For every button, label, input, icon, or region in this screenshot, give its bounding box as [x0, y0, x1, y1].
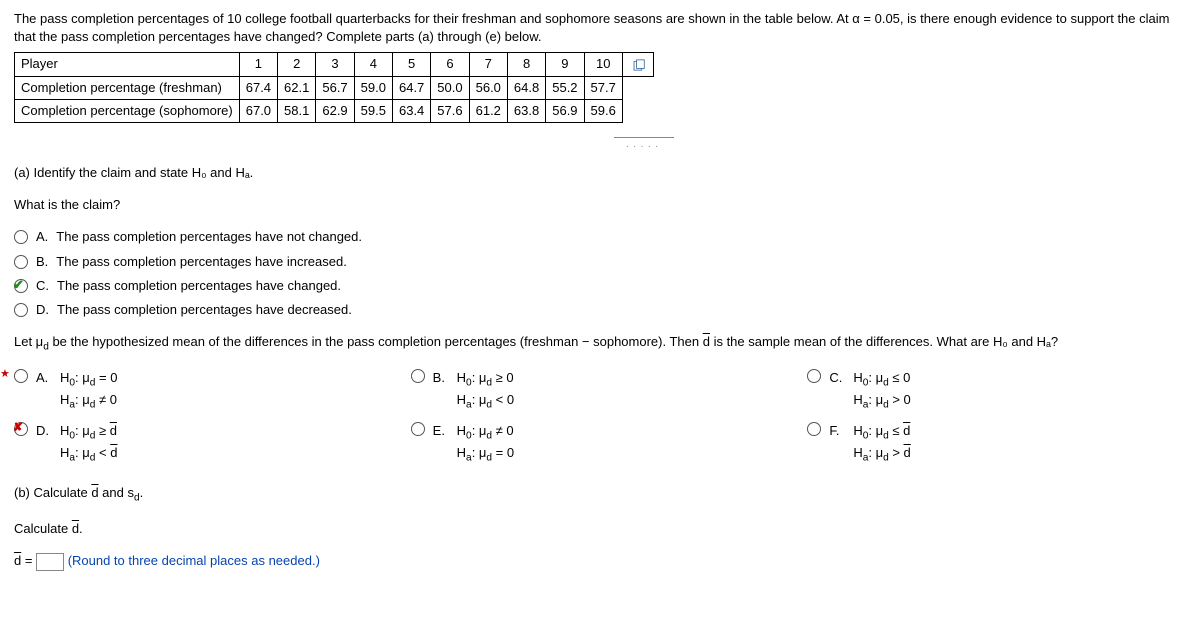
radio-hyp-a[interactable] [14, 369, 28, 383]
cell: 56.9 [546, 99, 584, 122]
cell: 61.2 [469, 99, 507, 122]
radio-hyp-e[interactable] [411, 422, 425, 436]
cell: 64.7 [392, 76, 430, 99]
d-input-row: d = (Round to three decimal places as ne… [14, 552, 1186, 571]
cell: 5 [392, 53, 430, 76]
opt-letter: E. [433, 422, 449, 466]
radio-claim-c[interactable] [14, 279, 28, 293]
hyp-b-h0: H0: μd ≥ 0 [457, 369, 514, 391]
problem-intro: The pass completion percentages of 10 co… [14, 10, 1186, 46]
hyp-e-h0: H0: μd ≠ 0 [457, 422, 514, 444]
opt-letter: C. [829, 369, 845, 413]
opt-letter: A. [36, 228, 48, 246]
hyp-e-ha: Ha: μd = 0 [457, 444, 514, 466]
cell: 8 [507, 53, 545, 76]
row-label-freshman: Completion percentage (freshman) [15, 76, 240, 99]
radio-hyp-c[interactable] [807, 369, 821, 383]
hyp-b-ha: Ha: μd < 0 [457, 391, 514, 413]
let-mu-d-text: Let μd be the hypothesized mean of the d… [14, 333, 1186, 355]
hyp-a-h0: H0: μd = 0 [60, 369, 117, 391]
radio-claim-d[interactable] [14, 303, 28, 317]
opt-letter: F. [829, 422, 845, 466]
cell: 55.2 [546, 76, 584, 99]
table-row: Player 1 2 3 4 5 6 7 8 9 10 [15, 53, 654, 76]
claim-opt-d: The pass completion percentages have dec… [57, 301, 352, 319]
copy-icon [633, 59, 647, 71]
row-label-sophomore: Completion percentage (sophomore) [15, 99, 240, 122]
hyp-f-h0: H0: μd ≤ d [853, 422, 910, 444]
hypothesis-options: A. H0: μd = 0 Ha: μd ≠ 0 B. H0: μd ≥ 0 H… [14, 369, 1164, 466]
cell: 9 [546, 53, 584, 76]
cell: 63.4 [392, 99, 430, 122]
separator-dots: ····· [614, 137, 674, 154]
part-b-heading: (b) Calculate d and sd. [14, 484, 1186, 506]
claim-opt-a: The pass completion percentages have not… [56, 228, 362, 246]
cell: 56.0 [469, 76, 507, 99]
hyp-c-h0: H0: μd ≤ 0 [853, 369, 910, 391]
hyp-c-ha: Ha: μd > 0 [853, 391, 910, 413]
cell: 7 [469, 53, 507, 76]
copy-cell[interactable] [622, 53, 653, 76]
opt-letter: A. [36, 369, 52, 413]
hyp-d-ha: Ha: μd < d [60, 444, 117, 466]
radio-claim-b[interactable] [14, 255, 28, 269]
calc-d-label: Calculate d. [14, 520, 1186, 538]
data-table: Player 1 2 3 4 5 6 7 8 9 10 Completion p… [14, 52, 654, 123]
opt-letter: C. [36, 277, 49, 295]
cell: 63.8 [507, 99, 545, 122]
cell: 50.0 [431, 76, 469, 99]
hyp-f-ha: Ha: μd > d [853, 444, 910, 466]
cell: 10 [584, 53, 622, 76]
cell: 62.9 [316, 99, 354, 122]
cell: 62.1 [278, 76, 316, 99]
cell: 2 [278, 53, 316, 76]
cell: 59.6 [584, 99, 622, 122]
claim-question: What is the claim? [14, 196, 1186, 214]
part-a-heading: (a) Identify the claim and state H₀ and … [14, 164, 1186, 182]
cell: 1 [239, 53, 277, 76]
radio-hyp-d[interactable] [14, 422, 28, 436]
claim-options: A. The pass completion percentages have … [14, 228, 1186, 319]
d-bar-input[interactable] [36, 553, 64, 571]
opt-letter: B. [36, 253, 48, 271]
cell: 59.0 [354, 76, 392, 99]
claim-opt-c: The pass completion percentages have cha… [57, 277, 341, 295]
cell: 57.7 [584, 76, 622, 99]
round-note: (Round to three decimal places as needed… [68, 553, 320, 568]
table-row: Completion percentage (sophomore) 67.0 5… [15, 99, 654, 122]
cell: 59.5 [354, 99, 392, 122]
cell: 67.4 [239, 76, 277, 99]
claim-opt-b: The pass completion percentages have inc… [56, 253, 347, 271]
cell: 6 [431, 53, 469, 76]
opt-letter: D. [36, 422, 52, 466]
hyp-d-h0: H0: μd ≥ d [60, 422, 117, 444]
cell: 64.8 [507, 76, 545, 99]
radio-hyp-f[interactable] [807, 422, 821, 436]
opt-letter: D. [36, 301, 49, 319]
radio-claim-a[interactable] [14, 230, 28, 244]
row-label-player: Player [15, 53, 240, 76]
cell: 4 [354, 53, 392, 76]
cell: 56.7 [316, 76, 354, 99]
cell: 57.6 [431, 99, 469, 122]
table-row: Completion percentage (freshman) 67.4 62… [15, 76, 654, 99]
radio-hyp-b[interactable] [411, 369, 425, 383]
hyp-a-ha: Ha: μd ≠ 0 [60, 391, 117, 413]
cell: 3 [316, 53, 354, 76]
cell: 67.0 [239, 99, 277, 122]
cell: 58.1 [278, 99, 316, 122]
opt-letter: B. [433, 369, 449, 413]
